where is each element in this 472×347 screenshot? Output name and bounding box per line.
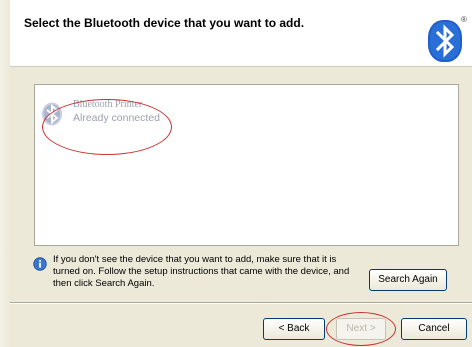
back-button[interactable]: < Back bbox=[263, 318, 325, 340]
registered-mark: ® bbox=[461, 15, 467, 24]
bluetooth-device-icon bbox=[41, 102, 63, 126]
device-name: Bluetooth Printer bbox=[73, 99, 143, 110]
search-again-button[interactable]: Search Again bbox=[369, 269, 447, 291]
window-edge bbox=[0, 0, 10, 347]
button-divider bbox=[10, 302, 472, 304]
cancel-button[interactable]: Cancel bbox=[401, 318, 467, 340]
info-message: If you don't see the device that you wan… bbox=[53, 254, 350, 289]
bluetooth-logo-icon bbox=[427, 19, 463, 63]
list-item-bluetooth-printer[interactable]: Bluetooth Printer Already connected bbox=[39, 98, 189, 130]
info-icon bbox=[33, 257, 47, 271]
next-button[interactable]: Next > bbox=[336, 318, 386, 340]
page-title: Select the Bluetooth device that you wan… bbox=[24, 16, 305, 30]
device-list[interactable]: Bluetooth Printer Already connected bbox=[34, 84, 459, 246]
wizard-header bbox=[10, 0, 472, 67]
device-status: Already connected bbox=[73, 112, 160, 124]
bluetooth-add-device-wizard: Select the Bluetooth device that you wan… bbox=[0, 0, 472, 347]
